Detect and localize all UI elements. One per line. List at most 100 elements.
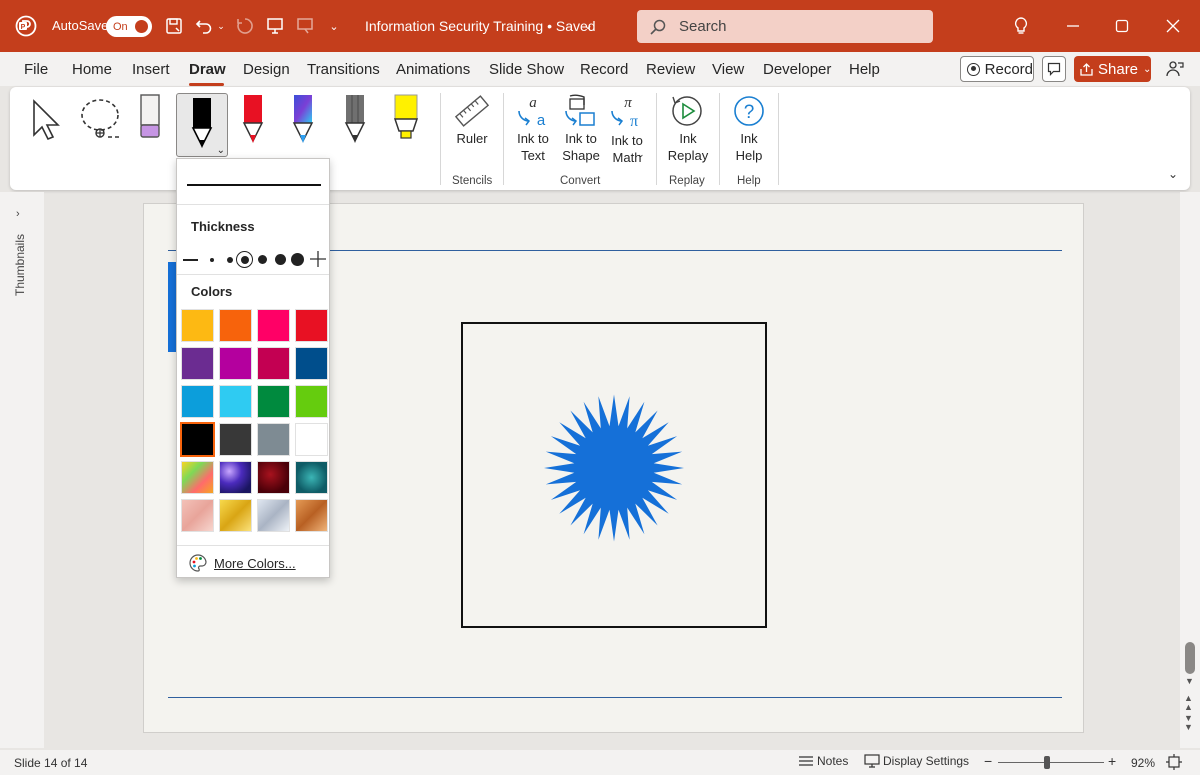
undo-icon[interactable] bbox=[193, 15, 215, 37]
thickness-6[interactable] bbox=[291, 253, 304, 266]
color-swatch[interactable] bbox=[257, 423, 290, 456]
undo-dropdown-icon[interactable]: ⌄ bbox=[216, 20, 226, 32]
title-chevron-down-icon[interactable]: ⌄ bbox=[582, 17, 594, 33]
color-swatch[interactable] bbox=[181, 385, 214, 418]
color-swatch[interactable] bbox=[181, 347, 214, 380]
tab-view[interactable]: View bbox=[712, 61, 744, 78]
ink-to-math-icon[interactable]: ππ bbox=[608, 93, 644, 132]
tab-record[interactable]: Record bbox=[580, 61, 628, 78]
next-slide-icon[interactable]: ▼ ▼ bbox=[1184, 714, 1193, 732]
thickness-1[interactable] bbox=[210, 258, 214, 262]
color-swatch[interactable] bbox=[295, 347, 328, 380]
tab-help[interactable]: Help bbox=[849, 61, 880, 78]
autosave-toggle[interactable]: On bbox=[106, 16, 152, 37]
color-swatch[interactable] bbox=[219, 385, 252, 418]
lasso-icon[interactable] bbox=[78, 95, 128, 148]
comments-icon[interactable] bbox=[1042, 56, 1066, 82]
ink-to-shape-label[interactable]: Ink to Shape bbox=[558, 130, 604, 164]
close-icon[interactable] bbox=[1162, 15, 1184, 37]
texture-swatch-rainbow[interactable] bbox=[181, 461, 214, 494]
tab-home[interactable]: Home bbox=[72, 61, 112, 78]
black-pen-button[interactable]: ⌄ bbox=[176, 93, 228, 157]
scroll-down-icon[interactable]: ▼ bbox=[1185, 676, 1194, 686]
texture-swatch-ocean[interactable] bbox=[295, 461, 328, 494]
share-button[interactable]: Share ⌄ bbox=[1074, 56, 1151, 82]
color-swatch[interactable] bbox=[257, 309, 290, 342]
customize-toolbar-icon[interactable]: ⌄ bbox=[326, 18, 342, 34]
texture-swatch-bronze[interactable] bbox=[295, 499, 328, 532]
thumbnails-rail[interactable]: › Thumbnails bbox=[0, 192, 44, 748]
search-box[interactable]: Search bbox=[637, 10, 933, 43]
red-pen-icon[interactable] bbox=[239, 93, 267, 150]
notes-button[interactable]: Notes bbox=[798, 754, 848, 768]
galaxy-pen-icon[interactable] bbox=[289, 93, 317, 150]
tab-file[interactable]: File bbox=[24, 61, 48, 78]
color-swatch[interactable] bbox=[295, 423, 328, 456]
present-person-icon[interactable] bbox=[1164, 58, 1186, 80]
minimize-icon[interactable] bbox=[1062, 15, 1084, 37]
rectangle-shape[interactable] bbox=[461, 322, 767, 628]
vertical-scrollbar[interactable]: ▼ ▲ ▲ ▼ ▼ bbox=[1180, 192, 1200, 748]
previous-slide-icon[interactable]: ▲ ▲ bbox=[1184, 694, 1193, 712]
texture-swatch-rose-gold[interactable] bbox=[181, 499, 214, 532]
texture-swatch-gold[interactable] bbox=[219, 499, 252, 532]
present-from-current-icon[interactable] bbox=[294, 15, 316, 37]
ruler-label[interactable]: Ruler bbox=[450, 130, 494, 147]
maximize-icon[interactable] bbox=[1111, 15, 1133, 37]
tab-slide-show[interactable]: Slide Show bbox=[489, 61, 564, 78]
tab-developer[interactable]: Developer bbox=[763, 61, 831, 78]
ink-to-text-icon[interactable]: aa bbox=[515, 93, 551, 132]
color-swatch[interactable] bbox=[295, 385, 328, 418]
texture-swatch-galaxy[interactable] bbox=[219, 461, 252, 494]
ink-to-shape-icon[interactable] bbox=[562, 93, 598, 132]
tab-draw[interactable]: Draw bbox=[189, 61, 226, 78]
zoom-slider[interactable] bbox=[998, 762, 1104, 763]
zoom-slider-thumb[interactable] bbox=[1044, 756, 1050, 769]
display-settings-button[interactable]: Display Settings bbox=[864, 754, 969, 768]
tab-animations[interactable]: Animations bbox=[396, 61, 470, 78]
lightbulb-icon[interactable] bbox=[1010, 15, 1032, 37]
save-icon[interactable] bbox=[163, 15, 185, 37]
redo-icon[interactable] bbox=[234, 15, 256, 37]
ribbon-collapse-icon[interactable]: ⌄ bbox=[1168, 167, 1178, 181]
thickness-4[interactable] bbox=[258, 255, 267, 264]
scroll-thumb[interactable] bbox=[1185, 642, 1195, 674]
color-swatch[interactable] bbox=[181, 309, 214, 342]
thickness-2[interactable] bbox=[227, 257, 233, 263]
color-swatch[interactable] bbox=[257, 347, 290, 380]
zoom-level[interactable]: 92% bbox=[1131, 756, 1155, 770]
ink-replay-label[interactable]: Ink Replay bbox=[664, 130, 712, 164]
ink-help-label[interactable]: Ink Help bbox=[730, 130, 768, 164]
texture-swatch-silver[interactable] bbox=[257, 499, 290, 532]
thickness-5[interactable] bbox=[275, 254, 286, 265]
color-swatch[interactable] bbox=[295, 309, 328, 342]
ruler-icon[interactable] bbox=[454, 93, 490, 132]
tab-review[interactable]: Review bbox=[646, 61, 695, 78]
zoom-in-icon[interactable]: + bbox=[1108, 753, 1116, 769]
ink-help-icon[interactable]: ? bbox=[731, 93, 767, 132]
highlighter-icon[interactable] bbox=[391, 93, 421, 150]
tab-insert[interactable]: Insert bbox=[132, 61, 170, 78]
texture-swatch-lava[interactable] bbox=[257, 461, 290, 494]
select-icon[interactable] bbox=[30, 97, 64, 144]
color-swatch[interactable] bbox=[257, 385, 290, 418]
color-swatch[interactable] bbox=[219, 309, 252, 342]
thickness-thinnest[interactable] bbox=[183, 259, 198, 261]
ink-to-text-label[interactable]: Ink to Text bbox=[510, 130, 556, 164]
document-title[interactable]: Information Security Training • Saved bbox=[365, 18, 596, 34]
pen-dropdown-icon[interactable]: ⌄ bbox=[217, 145, 225, 156]
slide-counter[interactable]: Slide 14 of 14 bbox=[14, 756, 87, 770]
tab-design[interactable]: Design bbox=[243, 61, 290, 78]
eraser-icon[interactable] bbox=[138, 93, 162, 146]
fit-slide-icon[interactable] bbox=[1166, 754, 1182, 773]
present-icon[interactable] bbox=[264, 15, 286, 37]
more-colors-button[interactable]: More Colors... bbox=[189, 554, 296, 572]
color-swatch[interactable] bbox=[219, 423, 252, 456]
starburst-shape[interactable] bbox=[543, 393, 685, 543]
pencil-icon[interactable] bbox=[341, 93, 369, 150]
ink-to-math-dropdown-icon[interactable]: ⌄ bbox=[637, 149, 645, 160]
color-swatch[interactable] bbox=[219, 347, 252, 380]
zoom-out-icon[interactable]: − bbox=[984, 753, 992, 769]
thickness-3-selected[interactable] bbox=[236, 251, 253, 268]
expand-thumbnails-icon[interactable]: › bbox=[16, 208, 20, 220]
